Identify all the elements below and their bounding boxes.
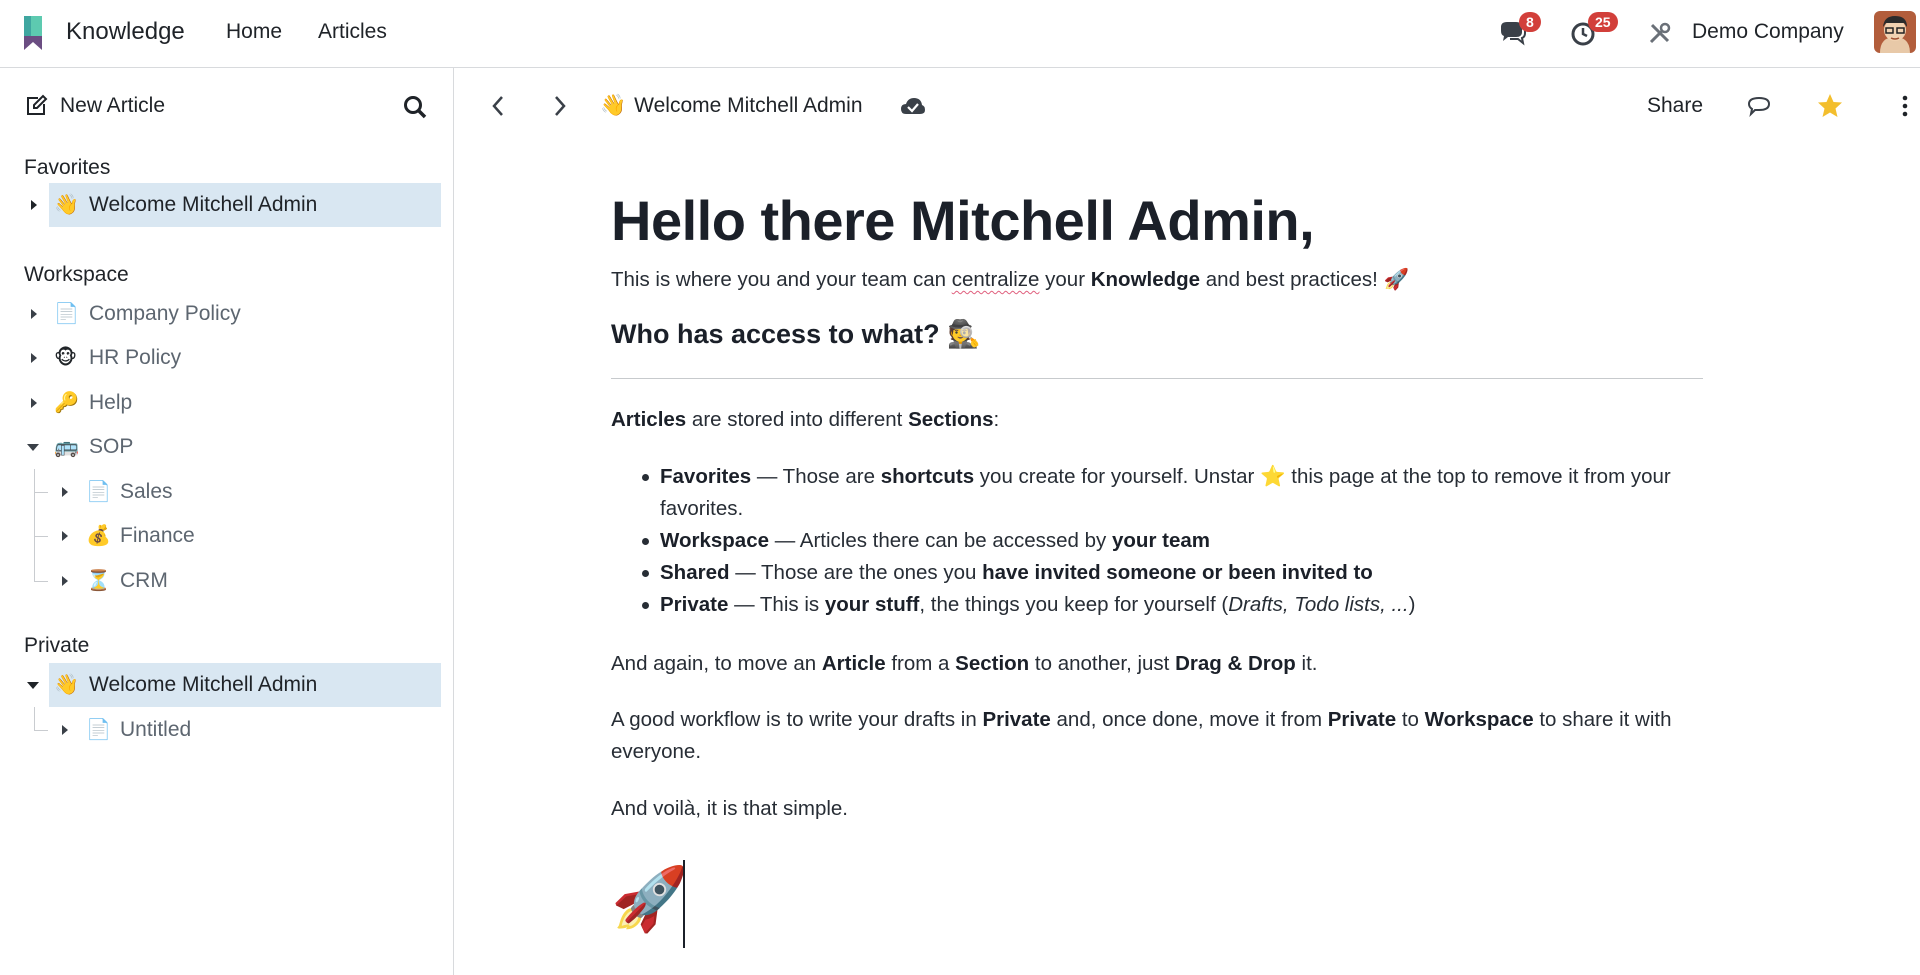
user-avatar[interactable] <box>1874 11 1916 53</box>
company-switcher[interactable]: Demo Company <box>1692 20 1844 44</box>
caret-right-icon[interactable] <box>58 574 72 588</box>
sidebar-item-help[interactable]: 🔑 Help <box>0 381 454 425</box>
cloud-saved-icon <box>901 98 925 114</box>
caret-right-icon[interactable] <box>58 485 72 499</box>
sidebar-item-label: Untitled <box>120 718 192 741</box>
list-item: Workspace — Articles there can be access… <box>642 525 1703 557</box>
more-vertical-icon[interactable] <box>1891 92 1919 120</box>
wave-emoji-icon: 👋 <box>600 94 627 117</box>
caret-right-icon[interactable] <box>58 529 72 543</box>
sidebar-item-finance[interactable]: 💰 Finance <box>0 514 454 558</box>
sidebar-item-label: HR Policy <box>89 346 182 369</box>
caret-right-icon[interactable] <box>27 396 41 410</box>
messages-badge: 8 <box>1519 12 1541 32</box>
new-article-label: New Article <box>60 94 166 117</box>
caret-right-icon[interactable] <box>58 723 72 737</box>
new-article-button[interactable]: New Article <box>24 94 165 118</box>
page-emoji-icon: 📄 <box>86 719 111 741</box>
list-item: Shared — Those are the ones you have inv… <box>642 557 1703 589</box>
settings-tools-icon[interactable] <box>1645 18 1675 48</box>
sections-list: Favorites — Those are shortcuts you crea… <box>611 461 1703 621</box>
sidebar-item-sop[interactable]: 🚌 SOP <box>0 425 454 469</box>
caret-right-icon[interactable] <box>27 351 41 365</box>
hourglass-emoji-icon: ⏳ <box>86 570 111 592</box>
monkey-emoji-icon: 🐵 <box>54 347 78 369</box>
sidebar-item-crm[interactable]: ⏳ CRM <box>0 559 454 603</box>
menu-articles[interactable]: Articles <box>318 20 387 44</box>
sidebar-item-sales[interactable]: 📄 Sales <box>0 470 454 514</box>
access-heading: Who has access to what? 🕵️ <box>611 319 981 349</box>
list-item: Private — This is your stuff, the things… <box>642 589 1703 621</box>
wave-emoji-icon: 👋 <box>54 674 79 696</box>
intro-paragraph: This is where you and your team can cent… <box>611 268 1410 291</box>
page-emoji-icon: 📄 <box>86 481 111 503</box>
caret-down-icon[interactable] <box>26 440 40 454</box>
article-title: Hello there Mitchell Admin, <box>611 189 1315 252</box>
workspace-section-title: Workspace <box>24 263 129 286</box>
text-cursor <box>683 860 685 948</box>
caret-down-icon[interactable] <box>26 678 40 692</box>
search-icon[interactable] <box>402 94 428 120</box>
sidebar-item-label: Company Policy <box>89 302 241 325</box>
sidebar-item-label: SOP <box>89 435 134 458</box>
sidebar-item-label: CRM <box>120 569 168 592</box>
list-item: Favorites — Those are shortcuts you crea… <box>642 461 1703 525</box>
sidebar-item-label: Sales <box>120 480 173 503</box>
bus-emoji-icon: 🚌 <box>54 436 79 458</box>
favorite-star-icon[interactable] <box>1816 92 1844 120</box>
key-emoji-icon: 🔑 <box>54 392 79 414</box>
sidebar-item-favorite-welcome[interactable]: 👋 Welcome Mitchell Admin <box>0 183 454 227</box>
private-section-title: Private <box>24 634 90 657</box>
breadcrumb: 👋 Welcome Mitchell Admin <box>600 94 863 118</box>
menu-home[interactable]: Home <box>226 20 282 44</box>
knowledge-logo-icon[interactable] <box>18 12 48 54</box>
sidebar-item-label: Welcome Mitchell Admin <box>89 673 318 696</box>
activities-badge: 25 <box>1588 12 1618 32</box>
sidebar-item-label: Finance <box>120 524 195 547</box>
workflow-paragraph: A good workflow is to write your drafts … <box>611 708 1672 763</box>
sidebar-item-label: Welcome Mitchell Admin <box>89 193 318 216</box>
share-button[interactable]: Share <box>1647 94 1703 118</box>
top-navbar: Knowledge Home Articles 8 25 Demo Compan… <box>0 0 1920 68</box>
wave-emoji-icon: 👋 <box>54 194 79 216</box>
favorites-section-title: Favorites <box>24 156 111 179</box>
comments-icon[interactable] <box>1745 92 1773 120</box>
sidebar-item-hr-policy[interactable]: 🐵 HR Policy <box>0 336 454 380</box>
sidebar-item-company-policy[interactable]: 📄 Company Policy <box>0 292 454 336</box>
edit-icon <box>27 94 48 115</box>
sidebar-item-label: Help <box>89 391 133 414</box>
back-arrow-icon[interactable] <box>485 92 513 120</box>
voila-paragraph: And voilà, it is that simple. <box>611 797 848 820</box>
article-header-bar: 👋 Welcome Mitchell Admin Share <box>455 68 1920 146</box>
caret-right-icon[interactable] <box>27 307 41 321</box>
knowledge-sidebar: New Article Favorites 👋 Welcome Mitchell… <box>0 68 454 975</box>
app-name[interactable]: Knowledge <box>66 18 185 46</box>
page-emoji-icon: 📄 <box>54 303 79 325</box>
forward-arrow-icon[interactable] <box>545 92 573 120</box>
sidebar-item-private-welcome[interactable]: 👋 Welcome Mitchell Admin <box>0 663 454 707</box>
money-bag-emoji-icon: 💰 <box>86 525 111 547</box>
drag-drop-paragraph: And again, to move an Article from a Sec… <box>611 652 1318 675</box>
rocket-emoji-icon: 🚀 <box>611 865 689 934</box>
sections-paragraph: Articles are stored into different Secti… <box>611 408 1000 431</box>
article-title-breadcrumb[interactable]: Welcome Mitchell Admin <box>634 94 862 118</box>
caret-right-icon[interactable] <box>27 198 41 212</box>
divider <box>611 378 1703 379</box>
sidebar-item-untitled[interactable]: 📄 Untitled <box>0 708 454 752</box>
